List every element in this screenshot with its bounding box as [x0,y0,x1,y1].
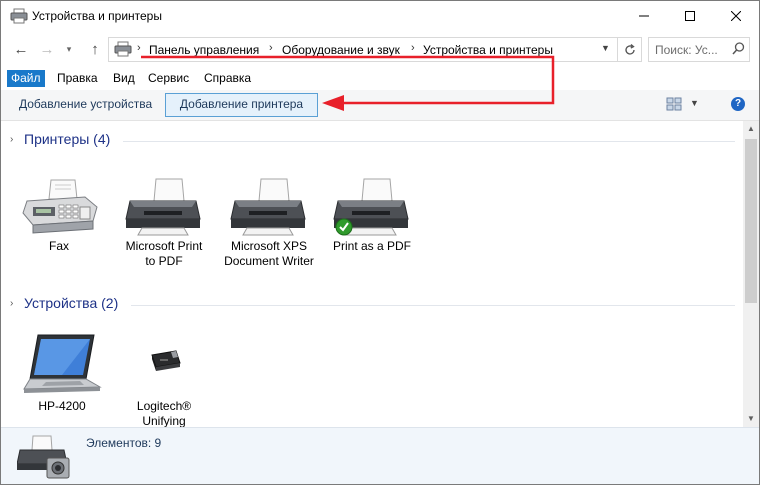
search-box[interactable]: Поиск: Ус... [648,37,750,62]
devices-printers-location-icon [114,41,132,57]
menu-edit[interactable]: Правка [53,70,102,87]
device-logitech-unifying[interactable]: Logitech® Unifying [119,333,209,427]
device-microsoft-print-to-pdf[interactable]: Microsoft Print to PDF [119,177,209,269]
laptop-icon [23,334,102,393]
device-label: Logitech® Unifying [136,399,192,427]
add-device-button[interactable]: Добавление устройства [13,93,158,115]
device-list: › Принтеры (4) Fax Microsoft Print to PD… [1,121,743,427]
breadcrumb-devices-printers[interactable]: Устройства и принтеры [423,43,553,57]
refresh-icon [625,43,635,55]
chevron-right-icon: › [411,42,415,54]
vertical-scrollbar[interactable]: ▲ ▼ [743,121,759,427]
group-divider [131,305,735,306]
chevron-down-icon: › [10,134,14,145]
chevron-down-icon: › [10,298,14,309]
devices-and-printers-window: Устройства и принтеры ← → ▾ ↑ › Панель у… [0,0,760,485]
usb-receiver-icon [151,350,181,371]
arrow-right-icon: → [39,40,55,58]
device-microsoft-xps-document-writer[interactable]: Microsoft XPS Document Writer [224,177,314,269]
close-icon [731,11,741,21]
device-label: Fax [48,239,69,253]
arrow-left-icon: ← [13,40,29,58]
search-icon [732,42,745,55]
window-title: Устройства и принтеры [32,9,162,23]
menu-bar: Файл Правка Вид Сервис Справка [1,68,759,89]
maximize-icon [685,11,695,21]
printer-default-icon [333,178,409,236]
group-divider [123,141,735,142]
fax-icon [22,179,98,234]
breadcrumb-control-panel[interactable]: Панель управления [149,43,259,57]
menu-file[interactable]: Файл [7,70,45,87]
devices-printers-large-icon [17,435,70,479]
chevron-right-icon: › [137,42,141,54]
device-label: HP-4200 [38,399,86,413]
menu-view[interactable]: Вид [109,70,139,87]
address-bar[interactable]: › Панель управления › Оборудование и зву… [108,37,642,62]
device-print-as-a-pdf[interactable]: Print as a PDF [327,177,417,254]
device-hp-4200[interactable]: HP-4200 [17,333,107,414]
title-bar: Устройства и принтеры [1,1,759,31]
help-icon[interactable]: ? [731,97,745,111]
group-title-printers: Принтеры (4) [24,131,111,147]
add-printer-button[interactable]: Добавление принтера [165,93,318,117]
address-history-button[interactable]: ▼ [601,43,610,53]
printer-icon [125,178,201,236]
scroll-thumb[interactable] [745,139,757,303]
up-button[interactable]: ↑ [85,39,105,59]
minimize-icon [639,15,649,17]
device-label: Print as a PDF [332,239,412,253]
minimize-button[interactable] [621,1,667,31]
maximize-button[interactable] [667,1,713,31]
devices-printers-app-icon [10,8,28,24]
device-label: Microsoft XPS Document Writer [224,239,314,268]
chevron-right-icon: › [269,42,273,54]
refresh-button[interactable] [617,38,642,61]
command-bar: Добавление устройства Добавление принтер… [1,90,759,121]
breadcrumb-hardware-sound[interactable]: Оборудование и звук [282,43,400,57]
close-button[interactable] [713,1,759,31]
details-pane: Элементов: 9 [1,427,759,484]
printer-icon [230,178,306,236]
scroll-up-button[interactable]: ▲ [743,121,759,137]
view-options-dropdown-icon[interactable]: ▼ [690,98,699,108]
scroll-down-button[interactable]: ▼ [743,411,759,427]
group-title-devices: Устройства (2) [24,295,119,311]
menu-tools[interactable]: Сервис [144,70,193,87]
chevron-down-icon: ▾ [66,43,72,54]
back-button[interactable]: ← [11,39,31,59]
change-view-icon[interactable] [666,96,682,112]
device-label: Microsoft Print to PDF [125,239,203,268]
device-fax[interactable]: Fax [14,177,104,254]
arrow-up-icon: ↑ [91,40,99,58]
forward-button[interactable]: → [37,39,57,59]
menu-help[interactable]: Справка [200,70,255,87]
navigation-bar: ← → ▾ ↑ › Панель управления › Оборудован… [1,35,759,63]
item-count: Элементов: 9 [86,436,162,450]
search-placeholder: Поиск: Ус... [655,43,718,57]
recent-locations-button[interactable]: ▾ [59,39,79,59]
